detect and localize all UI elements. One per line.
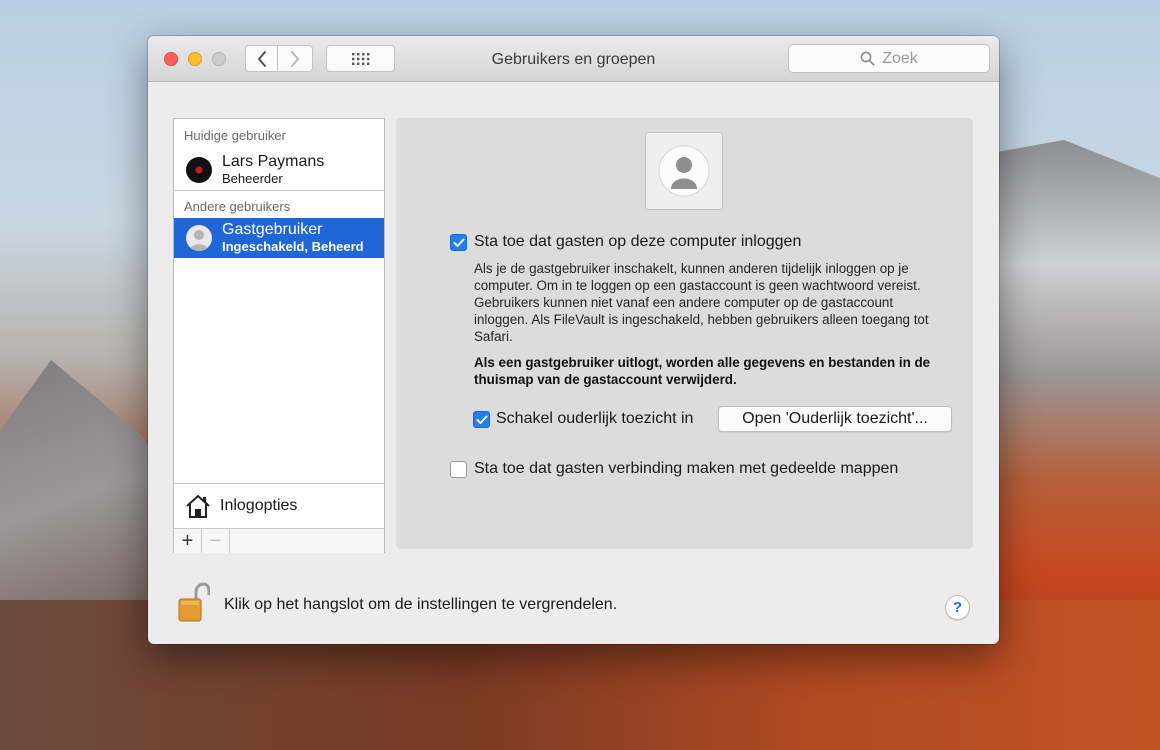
search-icon (860, 51, 875, 66)
house-icon (186, 494, 210, 518)
allow-guest-login-label: Sta toe dat gasten op deze computer inlo… (474, 233, 802, 250)
user-silhouette-icon (658, 145, 710, 197)
list-controls: + − (174, 528, 384, 553)
search-placeholder: Zoek (882, 49, 918, 67)
login-options-label: Inlogopties (220, 496, 298, 514)
padlock-open-icon[interactable] (178, 582, 210, 622)
parental-controls-checkbox[interactable] (473, 411, 490, 428)
lock-instruction: Klik op het hangslot om de instellingen … (224, 596, 618, 613)
avatar (186, 157, 212, 183)
checkmark-icon (476, 415, 487, 424)
guest-picture (645, 132, 723, 210)
allow-guest-login-checkbox[interactable] (450, 234, 467, 251)
title-bar: Gebruikers en groepen Zoek (148, 36, 999, 82)
guest-avatar-icon (186, 225, 212, 251)
help-button[interactable]: ? (945, 595, 970, 620)
open-parental-controls-button[interactable]: Open 'Ouderlijk toezicht'... (718, 406, 952, 432)
user-name: Gastgebruiker (222, 221, 323, 239)
user-list: Huidige gebruiker Lars Paymans Beheerder… (173, 118, 385, 553)
user-name: Lars Paymans (222, 153, 325, 171)
add-user-button[interactable]: + (174, 529, 202, 553)
shared-folders-checkbox[interactable] (450, 461, 467, 478)
user-role: Ingeschakeld, Beheerd (222, 238, 364, 254)
remove-user-button[interactable]: − (202, 529, 230, 553)
guest-settings-pane: Sta toe dat gasten op deze computer inlo… (396, 118, 973, 549)
checkmark-icon (453, 238, 464, 247)
current-user-header: Huidige gebruiker (184, 128, 286, 143)
user-role: Beheerder (222, 170, 283, 186)
parental-controls-label: Schakel ouderlijk toezicht in (496, 410, 694, 427)
divider (174, 190, 384, 191)
user-row-guest[interactable]: Gastgebruiker Ingeschakeld, Beheerd (174, 218, 384, 258)
preferences-window: Gebruikers en groepen Zoek Huidige gebru… (148, 36, 999, 644)
user-row-lars-paymans[interactable]: Lars Paymans Beheerder (174, 150, 384, 190)
other-users-header: Andere gebruikers (184, 199, 291, 214)
guest-description: Als je de gastgebruiker inschakelt, kunn… (474, 261, 929, 344)
shared-folders-label: Sta toe dat gasten verbinding maken met … (474, 460, 899, 477)
guest-warning: Als een gastgebruiker uitlogt, worden al… (474, 355, 931, 387)
login-options-item[interactable]: Inlogopties (174, 483, 384, 527)
search-field[interactable]: Zoek (788, 44, 990, 73)
